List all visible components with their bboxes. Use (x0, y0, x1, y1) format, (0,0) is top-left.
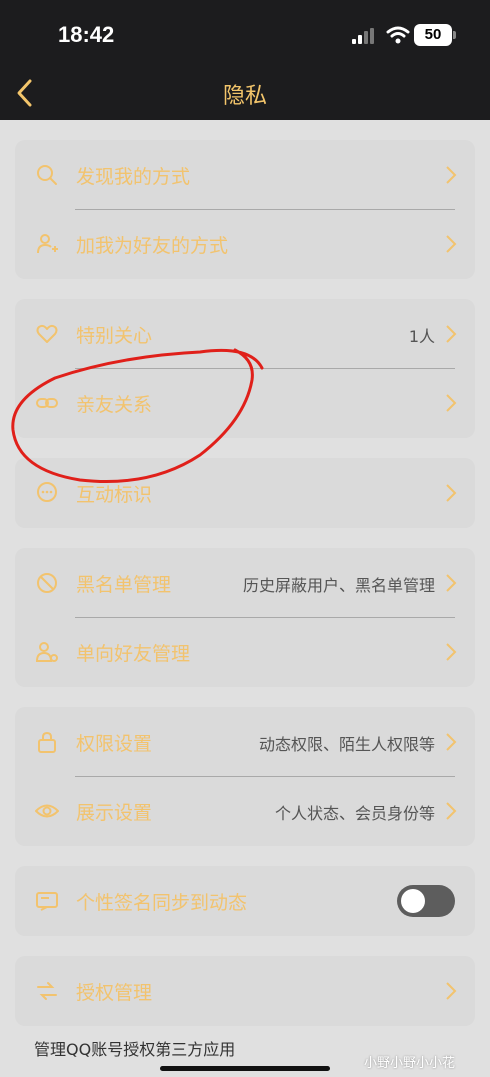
watermark: 小野小野小小花 (364, 1056, 456, 1071)
row-display-settings[interactable]: 展示设置 个人状态、会员身份等 (15, 776, 475, 846)
row-label: 特别关心 (76, 325, 153, 347)
chevron-right-icon (446, 802, 457, 820)
row-interaction-marks[interactable]: 互动标识 (15, 458, 475, 528)
toggle-knob (401, 889, 425, 913)
search-icon (37, 165, 57, 185)
section-relations: 特别关心 1人 亲友关系 (15, 299, 475, 438)
chevron-right-icon (446, 325, 457, 343)
add-user-icon (37, 234, 58, 254)
chevron-right-icon (446, 574, 457, 592)
row-value: 历史屏蔽用户、黑名单管理 (242, 576, 435, 595)
battery-indicator: 50 (414, 24, 452, 46)
authorization-icon (37, 982, 57, 1000)
heart-icon (36, 324, 58, 343)
link-icon (36, 398, 58, 408)
row-label: 单向好友管理 (76, 643, 191, 665)
row-value: 动态权限、陌生人权限等 (258, 735, 435, 754)
row-authorization-management[interactable]: 授权管理 (15, 956, 475, 1026)
row-label: 加我为好友的方式 (76, 235, 229, 257)
signature-sync-toggle[interactable] (397, 885, 455, 917)
chevron-right-icon (446, 394, 457, 412)
section-discovery: 发现我的方式 加我为好友的方式 (15, 140, 475, 279)
signature-icon (36, 892, 58, 911)
row-blacklist[interactable]: 黑名单管理 历史屏蔽用户、黑名单管理 (15, 548, 475, 618)
home-indicator[interactable] (160, 1066, 330, 1071)
chevron-right-icon (446, 733, 457, 751)
section-signature-sync: 个性签名同步到动态 (15, 866, 475, 936)
settings-list: 发现我的方式 加我为好友的方式 特别关心 1人 亲友关系 互动标识 黑名单管理 … (0, 120, 490, 1077)
row-permission-settings[interactable]: 权限设置 动态权限、陌生人权限等 (15, 707, 475, 777)
eye-icon (35, 804, 59, 818)
page-title: 隐私 (222, 84, 267, 109)
row-one-way-friends[interactable]: 单向好友管理 (15, 617, 475, 687)
battery-tip (453, 31, 456, 39)
row-signature-sync: 个性签名同步到动态 (15, 866, 475, 936)
row-value: 个人状态、会员身份等 (274, 804, 435, 823)
section-interaction: 互动标识 (15, 458, 475, 528)
status-bar: 18:42 50 隐私 (0, 0, 490, 120)
row-label: 黑名单管理 (76, 574, 172, 596)
chevron-right-icon (446, 982, 457, 1000)
row-special-care[interactable]: 特别关心 1人 (15, 299, 475, 369)
row-value: 1人 (408, 327, 435, 346)
chevron-right-icon (446, 166, 457, 184)
chat-bubble-icon (37, 482, 57, 502)
row-label: 个性签名同步到动态 (76, 892, 248, 914)
chevron-right-icon (446, 235, 457, 253)
chevron-right-icon (446, 484, 457, 502)
section-authorization: 授权管理 (15, 956, 475, 1026)
row-family-relations[interactable]: 亲友关系 (15, 368, 475, 438)
section-blocking: 黑名单管理 历史屏蔽用户、黑名单管理 单向好友管理 (15, 548, 475, 687)
row-label: 发现我的方式 (76, 166, 191, 188)
row-label: 亲友关系 (76, 394, 153, 416)
users-icon (35, 642, 58, 662)
section-permissions: 权限设置 动态权限、陌生人权限等 展示设置 个人状态、会员身份等 (15, 707, 475, 846)
lock-icon (38, 731, 56, 753)
row-label: 展示设置 (76, 802, 153, 824)
block-icon (37, 573, 57, 593)
row-label: 权限设置 (76, 733, 153, 755)
status-time: 18:42 (58, 22, 115, 47)
authorization-footnote: 管理QQ账号授权第三方应用 (34, 1040, 236, 1059)
row-label: 互动标识 (76, 484, 153, 506)
chevron-right-icon (446, 643, 457, 661)
row-add-friend-methods[interactable]: 加我为好友的方式 (15, 209, 475, 279)
row-find-me-methods[interactable]: 发现我的方式 (15, 140, 475, 210)
row-label: 授权管理 (76, 982, 153, 1004)
wifi-icon (386, 26, 410, 44)
cellular-signal-icon (352, 28, 374, 44)
